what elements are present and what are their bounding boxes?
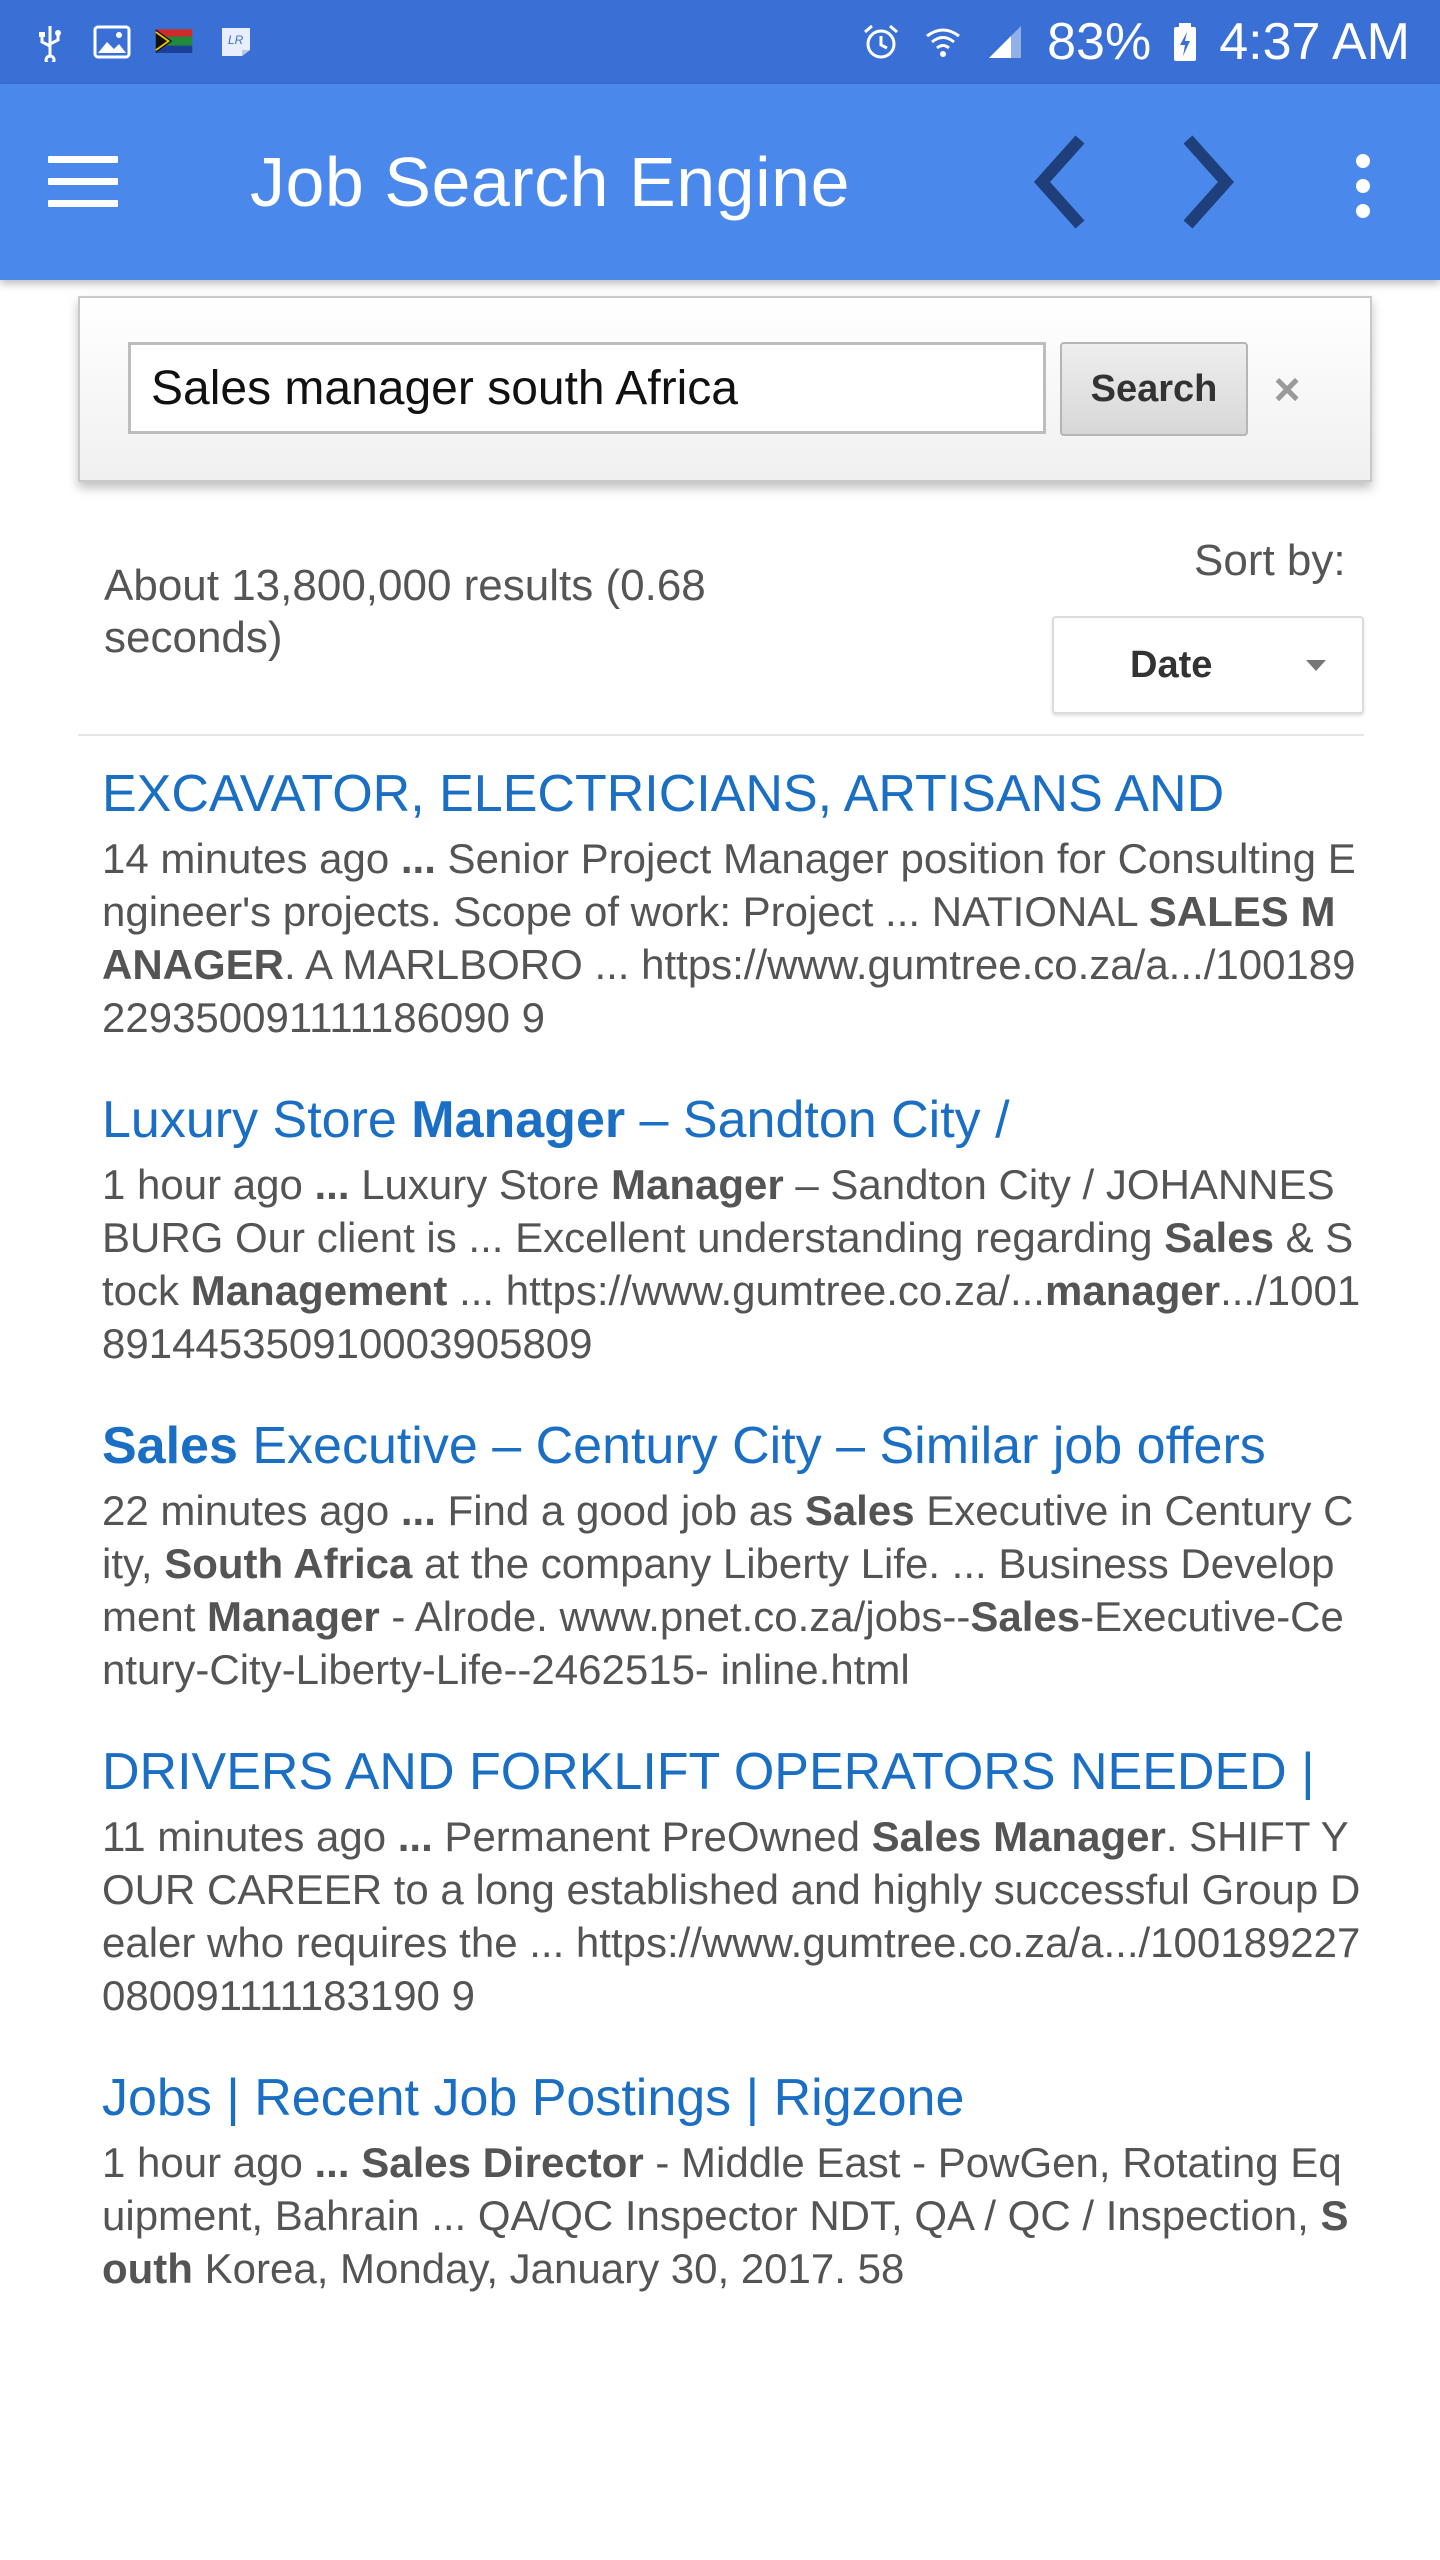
more-vert-icon[interactable] [1345,154,1381,218]
result-stats: About 13,800,000 results (0.68 seconds) [104,561,706,662]
result-title-link[interactable]: DRIVERS AND FORKLIFT OPERATORS NEEDED | [102,1740,1362,1804]
result-snippet-segment: Sales Director [361,2139,644,2186]
result-title-link[interactable]: Luxury Store Manager – Sandton City / [102,1088,1362,1152]
result-snippet: 1 hour ago ... Sales Director - Middle E… [102,2136,1362,2295]
flag-icon [155,29,193,53]
alarm-icon [864,24,899,59]
result-snippet-segment [350,2139,362,2186]
result-title-link[interactable]: Jobs | Recent Job Postings | Rigzone [102,2066,1362,2130]
result-snippet-segment: Manager [207,1593,380,1640]
note-icon: LR [222,28,250,56]
result-snippet-segment: manager [1044,1267,1221,1314]
result-snippet-segment: 1 hour ago [102,2139,315,2186]
sort-value: Date [1130,644,1213,686]
result-snippet-segment: ... https://www.gumtree.co.za/... [447,1267,1045,1314]
results-list: EXCAVATOR, ELECTRICIANS, ARTISANS AND 14 … [102,762,1362,2339]
wifi-icon [926,28,961,57]
battery-percent: 83% [1047,13,1152,71]
divider [78,734,1364,736]
result-snippet-segment: - Alrode. www.pnet.co.za/jobs-- [379,1593,971,1640]
result-item: EXCAVATOR, ELECTRICIANS, ARTISANS AND 14 … [102,762,1362,1044]
result-title-link[interactable]: EXCAVATOR, ELECTRICIANS, ARTISANS AND [102,762,1362,826]
result-snippet-segment: Find a good job as [435,1487,805,1534]
usb-icon [39,26,61,62]
result-title-segment: Luxury Store [102,1091,412,1149]
result-snippet-segment: 22 minutes ago [102,1487,401,1534]
result-snippet-segment: Sales [1164,1214,1274,1261]
signal-icon [989,26,1022,58]
result-snippet: 22 minutes ago ... Find a good job as Sa… [102,1484,1362,1696]
result-title-segment: Sales [102,1417,238,1475]
result-item: DRIVERS AND FORKLIFT OPERATORS NEEDED | 1… [102,1740,1362,2022]
hamburger-menu-icon[interactable] [48,156,118,212]
result-snippet-segment: Manager [611,1161,784,1208]
app-title: Job Search Engine [250,143,851,221]
result-title-segment: Jobs | Recent Job Postings | Rigzone [102,2069,965,2127]
search-button[interactable]: Search [1060,342,1248,436]
svg-text:LR: LR [228,33,244,47]
result-snippet: 14 minutes ago ... Senior Project Manage… [102,832,1362,1044]
result-snippet: 11 minutes ago ... Permanent PreOwned Sa… [102,1810,1362,2022]
result-snippet-segment: Sales [970,1593,1081,1640]
result-snippet-segment: ... [397,1813,433,1860]
result-snippet-segment: 14 minutes ago [102,835,401,882]
result-snippet-segment: ... [314,1161,350,1208]
result-snippet-segment: Permanent PreOwned [432,1813,872,1860]
result-title-segment: DRIVERS AND FORKLIFT OPERATORS NEEDED | [102,1743,1315,1801]
result-title-segment: Executive – Century City – Similar job o… [237,1417,1266,1475]
result-snippet-segment: Luxury Store [349,1161,611,1208]
result-title-link[interactable]: Sales Executive – Century City – Similar… [102,1414,1362,1478]
result-snippet-segment: 11 minutes ago [102,1813,398,1860]
result-item: Jobs | Recent Job Postings | Rigzone 1 ho… [102,2066,1362,2295]
result-snippet-segment: Management [190,1267,448,1314]
chevron-left-icon[interactable] [1020,134,1100,230]
result-snippet: 1 hour ago ... Luxury Store Manager – Sa… [102,1158,1362,1370]
chevron-down-icon [1306,660,1326,671]
clear-icon[interactable]: × [1262,364,1312,414]
result-snippet-segment: Sales Manager [871,1813,1166,1860]
result-snippet-segment: Korea, Monday, January 30, 2017. 58 [192,2245,905,2292]
status-left-icons: LR [30,22,256,62]
result-title-segment: EXCAVATOR, ELECTRICIANS, ARTISANS AND [102,765,1225,823]
result-snippet-segment: Sales [804,1487,915,1534]
battery-icon [1174,23,1197,61]
app-bar: Job Search Engine [0,84,1440,280]
result-snippet-segment: ... [314,2139,350,2186]
image-icon [93,25,131,59]
result-title-segment: Manager [411,1091,626,1149]
result-snippet-segment: ... [400,835,436,882]
chevron-right-icon[interactable] [1170,134,1250,230]
result-title-segment: – Sandton City / [625,1091,1010,1149]
sort-select[interactable]: Date [1052,616,1364,714]
status-bar: LR 83% 4:37 AM [0,0,1440,84]
result-snippet-segment: . A MARLBORO ... https://www.gumtree.co.… [102,941,1356,1041]
search-card: Search × [78,296,1372,482]
status-right-icons: 83% 4:37 AM [861,12,1410,72]
search-input[interactable] [128,342,1046,434]
result-snippet-segment: 1 hour ago [102,1161,315,1208]
result-snippet-segment: South Africa [164,1540,413,1587]
result-snippet-segment: ... [400,1487,436,1534]
clock: 4:37 AM [1219,13,1410,71]
sort-label: Sort by: [1194,536,1346,585]
result-item: Luxury Store Manager – Sandton City /1 h… [102,1088,1362,1370]
result-item: Sales Executive – Century City – Similar… [102,1414,1362,1696]
